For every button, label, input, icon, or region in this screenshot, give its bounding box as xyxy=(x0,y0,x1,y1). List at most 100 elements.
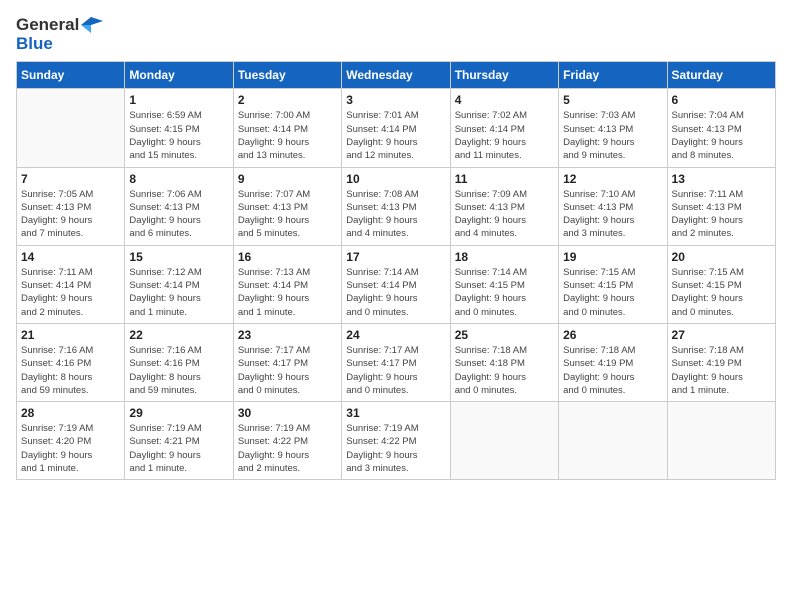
day-info: Sunrise: 7:19 AMSunset: 4:20 PMDaylight:… xyxy=(21,422,120,475)
info-line: and 0 minutes. xyxy=(455,385,517,396)
info-line: and 1 minute. xyxy=(21,463,79,474)
info-line: Sunrise: 7:10 AM xyxy=(563,189,635,200)
info-line: Sunset: 4:15 PM xyxy=(129,124,199,135)
calendar-cell: 4Sunrise: 7:02 AMSunset: 4:14 PMDaylight… xyxy=(450,89,558,167)
info-line: Sunset: 4:15 PM xyxy=(563,280,633,291)
info-line: Sunrise: 7:18 AM xyxy=(672,345,744,356)
day-info: Sunrise: 7:05 AMSunset: 4:13 PMDaylight:… xyxy=(21,188,120,241)
info-line: Sunrise: 7:06 AM xyxy=(129,189,201,200)
calendar-cell: 8Sunrise: 7:06 AMSunset: 4:13 PMDaylight… xyxy=(125,167,233,245)
info-line: and 59 minutes. xyxy=(21,385,89,396)
day-number: 5 xyxy=(563,93,662,107)
day-info: Sunrise: 7:14 AMSunset: 4:15 PMDaylight:… xyxy=(455,266,554,319)
day-number: 20 xyxy=(672,250,771,264)
info-line: Sunset: 4:14 PM xyxy=(238,124,308,135)
calendar-cell: 14Sunrise: 7:11 AMSunset: 4:14 PMDayligh… xyxy=(17,245,125,323)
info-line: and 11 minutes. xyxy=(455,150,522,161)
calendar-table: SundayMondayTuesdayWednesdayThursdayFrid… xyxy=(16,61,776,480)
day-info: Sunrise: 7:17 AMSunset: 4:17 PMDaylight:… xyxy=(238,344,337,397)
info-line: Sunset: 4:15 PM xyxy=(455,280,525,291)
calendar-cell: 1 Sunrise: 6:59 AMSunset: 4:15 PMDaylight… xyxy=(125,89,233,167)
info-line: Sunset: 4:16 PM xyxy=(129,358,199,369)
calendar-cell: 18Sunrise: 7:14 AMSunset: 4:15 PMDayligh… xyxy=(450,245,558,323)
info-line: and 2 minutes. xyxy=(238,463,300,474)
info-line: Sunrise: 7:17 AM xyxy=(238,345,310,356)
info-line: Sunset: 4:22 PM xyxy=(346,436,416,447)
info-line: Daylight: 8 hours xyxy=(21,372,92,383)
info-line: Sunrise: 7:13 AM xyxy=(238,267,310,278)
day-number: 15 xyxy=(129,250,228,264)
day-info: Sunrise: 7:00 AMSunset: 4:14 PMDaylight:… xyxy=(238,109,337,162)
info-line: Sunset: 4:13 PM xyxy=(563,124,633,135)
day-info: Sunrise: 7:15 AMSunset: 4:15 PMDaylight:… xyxy=(672,266,771,319)
day-info: Sunrise: 7:18 AMSunset: 4:19 PMDaylight:… xyxy=(672,344,771,397)
day-header-sunday: Sunday xyxy=(17,62,125,89)
info-line: Daylight: 9 hours xyxy=(238,372,309,383)
info-line: Sunset: 4:13 PM xyxy=(672,124,742,135)
info-line: Daylight: 9 hours xyxy=(238,137,309,148)
logo-bird-icon xyxy=(81,17,103,33)
calendar-cell: 11Sunrise: 7:09 AMSunset: 4:13 PMDayligh… xyxy=(450,167,558,245)
info-line: Sunset: 4:16 PM xyxy=(21,358,91,369)
logo-container: General Blue xyxy=(16,16,103,53)
calendar-cell: 6Sunrise: 7:04 AMSunset: 4:13 PMDaylight… xyxy=(667,89,775,167)
day-info: Sunrise: 7:12 AMSunset: 4:14 PMDaylight:… xyxy=(129,266,228,319)
day-info: Sunrise: 7:09 AMSunset: 4:13 PMDaylight:… xyxy=(455,188,554,241)
info-line: Sunset: 4:19 PM xyxy=(563,358,633,369)
day-number: 1 xyxy=(129,93,228,107)
day-info: Sunrise: 7:11 AMSunset: 4:13 PMDaylight:… xyxy=(672,188,771,241)
day-number: 13 xyxy=(672,172,771,186)
day-number: 12 xyxy=(563,172,662,186)
info-line: Sunset: 4:13 PM xyxy=(21,202,91,213)
info-line: Daylight: 9 hours xyxy=(672,293,743,304)
calendar-cell: 26Sunrise: 7:18 AMSunset: 4:19 PMDayligh… xyxy=(559,323,667,401)
info-line: Daylight: 9 hours xyxy=(455,372,526,383)
day-number: 3 xyxy=(346,93,445,107)
info-line: Daylight: 9 hours xyxy=(129,215,200,226)
day-header-thursday: Thursday xyxy=(450,62,558,89)
day-number: 29 xyxy=(129,406,228,420)
info-line: Sunrise: 7:09 AM xyxy=(455,189,527,200)
info-line: and 6 minutes. xyxy=(129,228,191,239)
info-line: Sunrise: 7:02 AM xyxy=(455,110,527,121)
calendar-week-1: 1 Sunrise: 6:59 AMSunset: 4:15 PMDaylight… xyxy=(17,89,776,167)
day-info: Sunrise: 7:16 AMSunset: 4:16 PMDaylight:… xyxy=(21,344,120,397)
day-number: 22 xyxy=(129,328,228,342)
info-line: Sunset: 4:17 PM xyxy=(346,358,416,369)
info-line: Sunset: 4:13 PM xyxy=(455,202,525,213)
info-line: Daylight: 8 hours xyxy=(129,372,200,383)
day-info: Sunrise: 7:03 AMSunset: 4:13 PMDaylight:… xyxy=(563,109,662,162)
info-line: and 0 minutes. xyxy=(563,385,625,396)
info-line: Daylight: 9 hours xyxy=(21,293,92,304)
info-line: Daylight: 9 hours xyxy=(238,450,309,461)
day-number: 7 xyxy=(21,172,120,186)
day-header-friday: Friday xyxy=(559,62,667,89)
info-line: Sunrise: 7:14 AM xyxy=(455,267,527,278)
calendar-cell: 29Sunrise: 7:19 AMSunset: 4:21 PMDayligh… xyxy=(125,402,233,480)
info-line: and 9 minutes. xyxy=(563,150,625,161)
info-line: and 13 minutes. xyxy=(238,150,306,161)
calendar-cell: 20 Sunrise: 7:15 AMSunset: 4:15 PMDayligh… xyxy=(667,245,775,323)
calendar-cell xyxy=(450,402,558,480)
info-line: Daylight: 9 hours xyxy=(238,215,309,226)
calendar-cell: 3 Sunrise: 7:01 AMSunset: 4:14 PMDaylight… xyxy=(342,89,450,167)
info-line: Sunset: 4:14 PM xyxy=(21,280,91,291)
info-line: Sunrise: 7:18 AM xyxy=(455,345,527,356)
info-line: and 8 minutes. xyxy=(672,150,734,161)
info-line: Daylight: 9 hours xyxy=(563,137,634,148)
info-line: Sunset: 4:14 PM xyxy=(346,124,416,135)
day-number: 11 xyxy=(455,172,554,186)
calendar-cell: 25Sunrise: 7:18 AMSunset: 4:18 PMDayligh… xyxy=(450,323,558,401)
info-line: and 3 minutes. xyxy=(346,463,408,474)
info-line: Sunrise: 7:15 AM xyxy=(563,267,635,278)
info-line: Daylight: 9 hours xyxy=(129,450,200,461)
info-line: and 15 minutes. xyxy=(129,150,197,161)
day-info: Sunrise: 7:01 AMSunset: 4:14 PMDaylight:… xyxy=(346,109,445,162)
info-line: Sunset: 4:14 PM xyxy=(129,280,199,291)
calendar-cell: 19Sunrise: 7:15 AMSunset: 4:15 PMDayligh… xyxy=(559,245,667,323)
day-info: Sunrise: 6:59 AMSunset: 4:15 PMDaylight:… xyxy=(129,109,228,162)
day-info: Sunrise: 7:19 AMSunset: 4:22 PMDaylight:… xyxy=(346,422,445,475)
calendar-cell: 15 Sunrise: 7:12 AMSunset: 4:14 PMDayligh… xyxy=(125,245,233,323)
info-line: Sunrise: 7:19 AM xyxy=(21,423,93,434)
info-line: and 12 minutes. xyxy=(346,150,414,161)
